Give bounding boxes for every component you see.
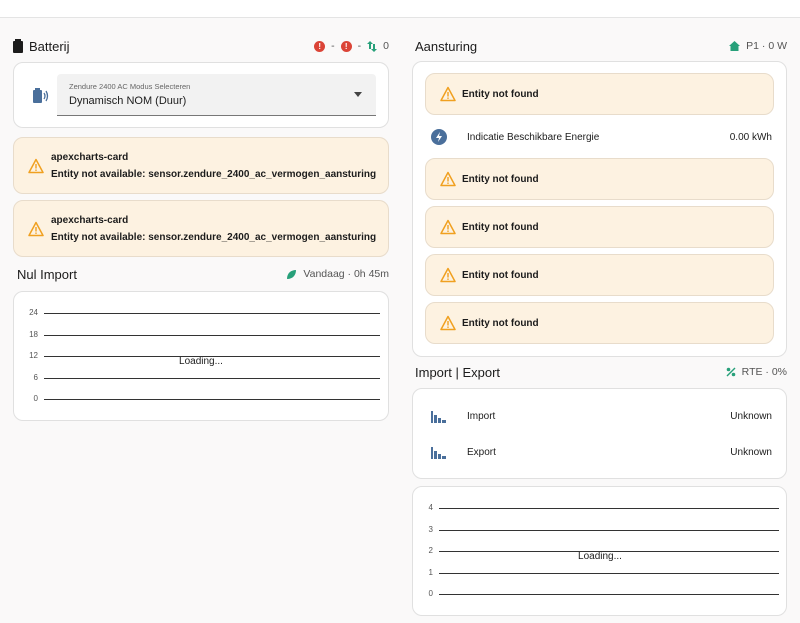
- warning-icon: [440, 171, 456, 187]
- nul-import-title: Nul Import: [17, 266, 77, 282]
- battery-icon: [13, 39, 23, 53]
- entity-not-found-1: Entity not found: [425, 73, 774, 115]
- entity-not-found-5: Entity not found: [425, 302, 774, 344]
- not-found-text: Entity not found: [462, 88, 539, 100]
- mode-select-value: Dynamisch NOM (Duur): [69, 95, 187, 107]
- y-tick-label: 24: [29, 308, 38, 317]
- gridline: [439, 572, 779, 574]
- transfer-icon: [367, 40, 378, 52]
- chart-loading-text: Loading...: [578, 551, 622, 562]
- gridline: [44, 356, 380, 357]
- error-message: Entity not available: sensor.zendure_240…: [51, 231, 377, 243]
- entity-not-found-2: Entity not found: [425, 158, 774, 200]
- export-value: Unknown: [730, 446, 772, 458]
- aansturing-card: Entity not found Indicatie Beschikbare E…: [412, 61, 787, 357]
- aansturing-header: Aansturing P1 · 0 W: [412, 34, 787, 58]
- y-tick-label: 1: [428, 567, 433, 577]
- export-row[interactable]: Export Unknown: [413, 434, 786, 470]
- battery-status: ! - ! - 0: [314, 40, 389, 52]
- warning-icon: [440, 315, 456, 331]
- aansturing-badge: P1 · 0 W: [746, 40, 787, 52]
- warning-icon: [28, 221, 44, 236]
- y-tick-label: 0: [428, 589, 433, 598]
- error-message: Entity not available: sensor.zendure_240…: [51, 168, 377, 180]
- not-found-text: Entity not found: [462, 221, 539, 233]
- import-export-chart: Loading... 4 3 2 1 0: [412, 486, 787, 616]
- gridline: [44, 377, 380, 379]
- export-label: Export: [467, 446, 496, 458]
- energy-row[interactable]: Indicatie Beschikbare Energie 0.00 kWh: [413, 119, 786, 155]
- warning-icon: [28, 158, 44, 173]
- status-text-3: 0: [383, 40, 389, 52]
- warning-icon: [440, 86, 456, 102]
- import-value: Unknown: [730, 410, 772, 422]
- gridline: [44, 334, 380, 336]
- aansturing-column: Aansturing P1 · 0 W Entity not found Ind…: [412, 34, 787, 616]
- import-export-badge: RTE · 0%: [741, 366, 787, 378]
- import-export-title: Import | Export: [415, 364, 501, 380]
- nul-import-chart: Loading... 24 18 12 6 0: [13, 291, 389, 421]
- import-export-card: Import Unknown Export Unknown: [412, 388, 787, 479]
- y-tick-label: 12: [29, 351, 38, 360]
- y-tick-label: 3: [428, 524, 433, 534]
- import-label: Import: [467, 410, 496, 422]
- alert-circle-icon: !: [340, 40, 352, 52]
- import-row[interactable]: Import Unknown: [413, 398, 786, 434]
- error-card-2: apexcharts-card Entity not available: se…: [13, 200, 389, 257]
- leaf-icon: [287, 269, 297, 279]
- error-card-1: apexcharts-card Entity not available: se…: [13, 137, 389, 194]
- battery-header: Batterij ! - ! - 0: [13, 34, 389, 58]
- top-bar: [0, 0, 800, 18]
- y-tick-label: 0: [33, 394, 38, 403]
- y-tick-label: 6: [33, 372, 38, 382]
- chart-loading-text: Loading...: [179, 356, 223, 367]
- import-export-header: Import | Export RTE · 0%: [412, 360, 787, 384]
- gridline: [439, 551, 779, 552]
- y-tick-label: 4: [428, 503, 433, 512]
- aansturing-title: Aansturing: [415, 38, 478, 54]
- battery-column: Batterij ! - ! - 0 Zendure 2400 AC Modus…: [13, 34, 389, 421]
- gridline: [439, 508, 779, 509]
- percent-icon: [726, 367, 736, 377]
- home-icon: [729, 41, 741, 51]
- mode-select[interactable]: Zendure 2400 AC Modus Selecteren Dynamis…: [57, 74, 376, 116]
- chart-bar-icon: [431, 411, 446, 423]
- status-text-1: -: [331, 40, 335, 52]
- gridline: [439, 529, 779, 531]
- error-title: apexcharts-card: [51, 214, 129, 226]
- status-text-2: -: [357, 40, 362, 52]
- gridline: [439, 594, 779, 595]
- gridline: [44, 399, 380, 400]
- nul-import-header: Nul Import Vandaag · 0h 45m: [13, 262, 389, 286]
- not-found-text: Entity not found: [462, 317, 539, 329]
- error-title: apexcharts-card: [51, 151, 129, 163]
- chart-bar-icon: [431, 447, 446, 459]
- entity-not-found-3: Entity not found: [425, 206, 774, 248]
- warning-icon: [440, 267, 456, 283]
- chevron-down-icon: [354, 92, 362, 97]
- y-tick-label: 2: [428, 546, 433, 555]
- gridline: [44, 313, 380, 314]
- energy-label: Indicatie Beschikbare Energie: [467, 131, 600, 143]
- not-found-text: Entity not found: [462, 173, 539, 185]
- nul-import-badge: Vandaag · 0h 45m: [303, 268, 389, 280]
- lightning-icon: [431, 129, 447, 145]
- battery-title: Batterij: [29, 38, 70, 54]
- not-found-text: Entity not found: [462, 269, 539, 281]
- entity-not-found-4: Entity not found: [425, 254, 774, 296]
- warning-icon: [440, 219, 456, 235]
- mode-select-card: Zendure 2400 AC Modus Selecteren Dynamis…: [13, 62, 389, 128]
- battery-charging-icon: [33, 88, 49, 103]
- mode-select-label: Zendure 2400 AC Modus Selecteren: [69, 82, 191, 91]
- alert-circle-icon: !: [314, 40, 326, 52]
- y-tick-label: 18: [29, 329, 38, 339]
- energy-value: 0.00 kWh: [729, 131, 772, 143]
